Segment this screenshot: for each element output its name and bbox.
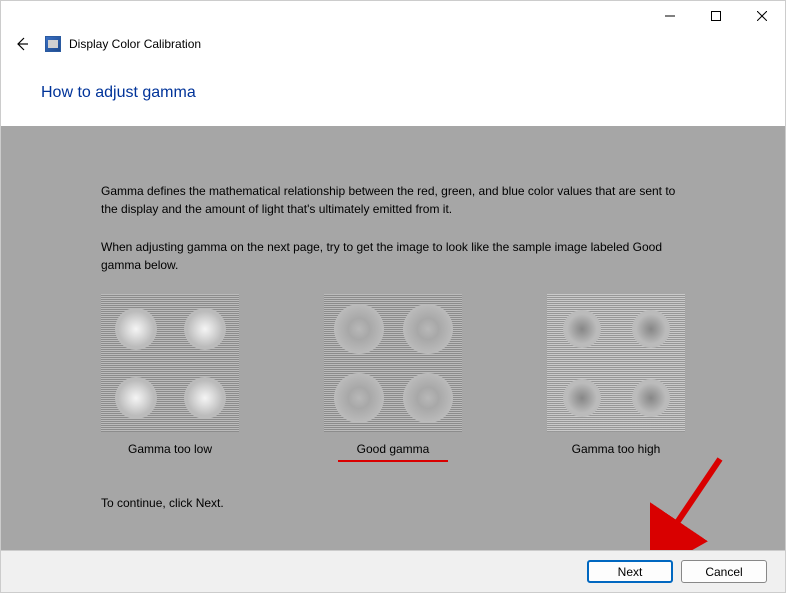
description-paragraph-2: When adjusting gamma on the next page, t… [101,238,685,274]
gamma-high-image [547,294,685,432]
app-icon [45,36,61,52]
description-paragraph-1: Gamma defines the mathematical relations… [101,182,685,218]
sample-gamma-low: Gamma too low [101,294,239,456]
close-button[interactable] [739,1,785,31]
page-title-area: How to adjust gamma [1,56,785,126]
cancel-button[interactable]: Cancel [681,560,767,583]
back-button[interactable] [13,35,31,53]
header-bar: Display Color Calibration [1,31,785,56]
content-area: Gamma defines the mathematical relations… [1,126,785,556]
sample-gamma-good: Good gamma [324,294,462,456]
gamma-low-label: Gamma too low [128,442,212,456]
titlebar [1,1,785,31]
gamma-high-label: Gamma too high [572,442,661,456]
gamma-low-image [101,294,239,432]
page-title: How to adjust gamma [41,84,785,102]
gamma-samples-row: Gamma too low Good gamma Gamma too high [101,294,685,456]
continue-instruction: To continue, click Next. [101,496,685,510]
annotation-underline [338,460,448,462]
sample-gamma-high: Gamma too high [547,294,685,456]
next-button[interactable]: Next [587,560,673,583]
footer-bar: Next Cancel [1,550,785,592]
maximize-button[interactable] [693,1,739,31]
minimize-button[interactable] [647,1,693,31]
app-title: Display Color Calibration [69,37,201,51]
gamma-good-label: Good gamma [357,442,430,456]
gamma-good-image [324,294,462,432]
